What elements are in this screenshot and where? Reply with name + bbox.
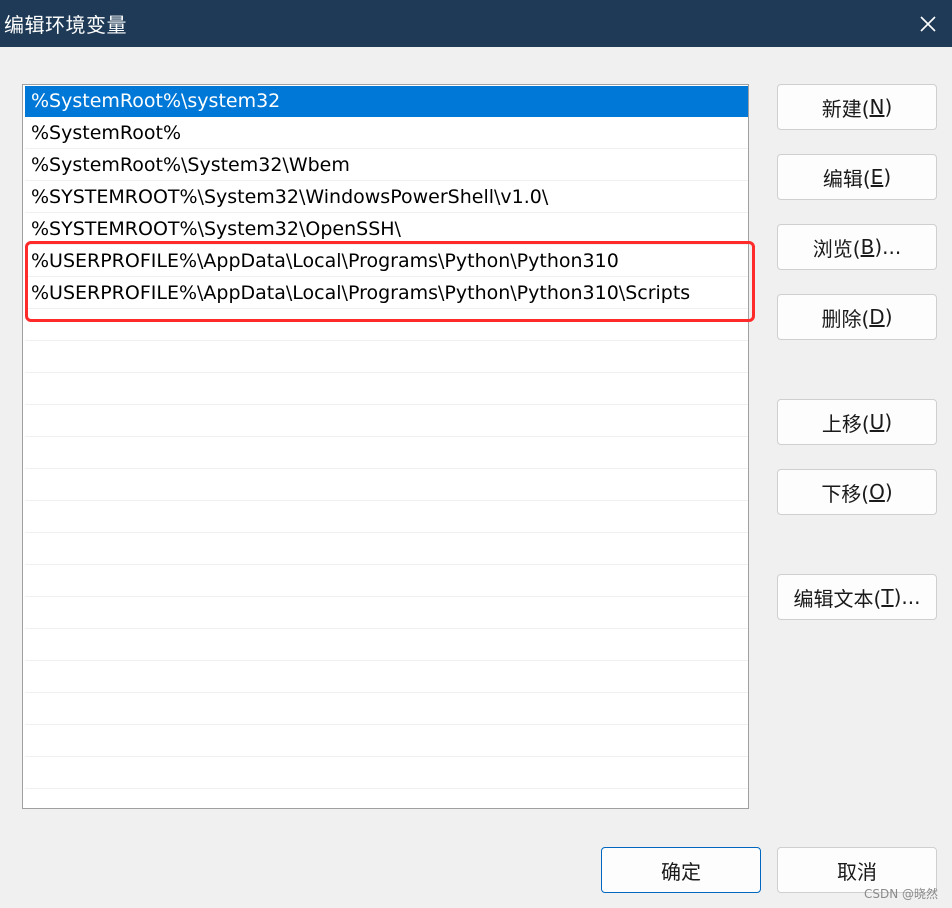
edit-button-label-end: ) xyxy=(883,165,892,189)
delete-button[interactable]: 删除(D) xyxy=(777,294,937,340)
list-item[interactable]: %SystemRoot%\system32 xyxy=(25,86,748,117)
browse-button-accel: B xyxy=(860,235,875,259)
move-up-button-label-end: ) xyxy=(884,410,893,434)
empty-list-row[interactable] xyxy=(25,726,748,757)
close-button[interactable] xyxy=(904,0,952,47)
empty-list-row[interactable] xyxy=(25,662,748,693)
new-button-label-end: ) xyxy=(884,95,893,119)
new-button[interactable]: 新建(N) xyxy=(777,84,937,130)
edit-text-button-label-end: )... xyxy=(893,585,921,609)
empty-list-row[interactable] xyxy=(25,598,748,629)
empty-list-row[interactable] xyxy=(25,694,748,725)
list-item[interactable]: %SYSTEMROOT%\System32\WindowsPowerShell\… xyxy=(25,182,748,213)
empty-list-row[interactable] xyxy=(25,534,748,565)
list-item[interactable]: %USERPROFILE%\AppData\Local\Programs\Pyt… xyxy=(25,278,748,309)
delete-button-accel: D xyxy=(869,305,885,329)
edit-button-accel: E xyxy=(870,165,884,189)
browse-button[interactable]: 浏览(B)... xyxy=(777,224,937,270)
move-down-button-label: 下移( xyxy=(821,481,870,506)
empty-list-row[interactable] xyxy=(25,566,748,597)
empty-list-row[interactable] xyxy=(25,630,748,661)
empty-list-row[interactable] xyxy=(25,438,748,469)
title-bar: 编辑环境变量 xyxy=(0,0,952,47)
browse-button-label-end: )... xyxy=(874,235,902,259)
delete-button-label-end: ) xyxy=(884,305,893,329)
window-title: 编辑环境变量 xyxy=(4,13,127,37)
edit-text-button-accel: T xyxy=(881,585,894,609)
list-item[interactable]: %USERPROFILE%\AppData\Local\Programs\Pyt… xyxy=(25,246,748,277)
move-up-button-label: 上移( xyxy=(821,411,870,436)
delete-button-label: 删除( xyxy=(821,306,870,331)
new-button-label: 新建( xyxy=(821,96,870,121)
ok-button-label: 确定 xyxy=(661,859,701,884)
empty-list-row[interactable] xyxy=(25,470,748,501)
new-button-accel: N xyxy=(869,95,885,119)
move-down-button[interactable]: 下移(O) xyxy=(777,469,937,515)
ok-button[interactable]: 确定 xyxy=(601,847,761,893)
empty-list-row[interactable] xyxy=(25,502,748,533)
move-down-button-accel: O xyxy=(869,480,885,504)
edit-button-label: 编辑( xyxy=(822,166,871,191)
move-up-button-accel: U xyxy=(869,410,885,434)
edit-text-button-label: 编辑文本( xyxy=(793,586,882,611)
edit-text-button[interactable]: 编辑文本(T)... xyxy=(777,574,937,620)
edit-button[interactable]: 编辑(E) xyxy=(777,154,937,200)
path-list[interactable]: %SystemRoot%\system32 %SystemRoot% %System… xyxy=(22,84,749,809)
cancel-button-label: 取消 xyxy=(837,859,877,884)
empty-list-row[interactable] xyxy=(25,374,748,405)
empty-list-row[interactable] xyxy=(25,406,748,437)
watermark: CSDN @晓然 xyxy=(863,887,938,901)
list-item[interactable]: %SYSTEMROOT%\System32\OpenSSH\ xyxy=(25,214,748,245)
browse-button-label: 浏览( xyxy=(812,236,861,261)
close-icon xyxy=(920,15,936,32)
list-item[interactable]: %SystemRoot%\System32\Wbem xyxy=(25,150,748,181)
list-item[interactable]: %SystemRoot% xyxy=(25,118,748,149)
move-down-button-label-end: ) xyxy=(884,480,893,504)
move-up-button[interactable]: 上移(U) xyxy=(777,399,937,445)
empty-list-row[interactable] xyxy=(25,758,748,789)
empty-list-row[interactable] xyxy=(25,342,748,373)
empty-list-row[interactable] xyxy=(25,310,748,341)
